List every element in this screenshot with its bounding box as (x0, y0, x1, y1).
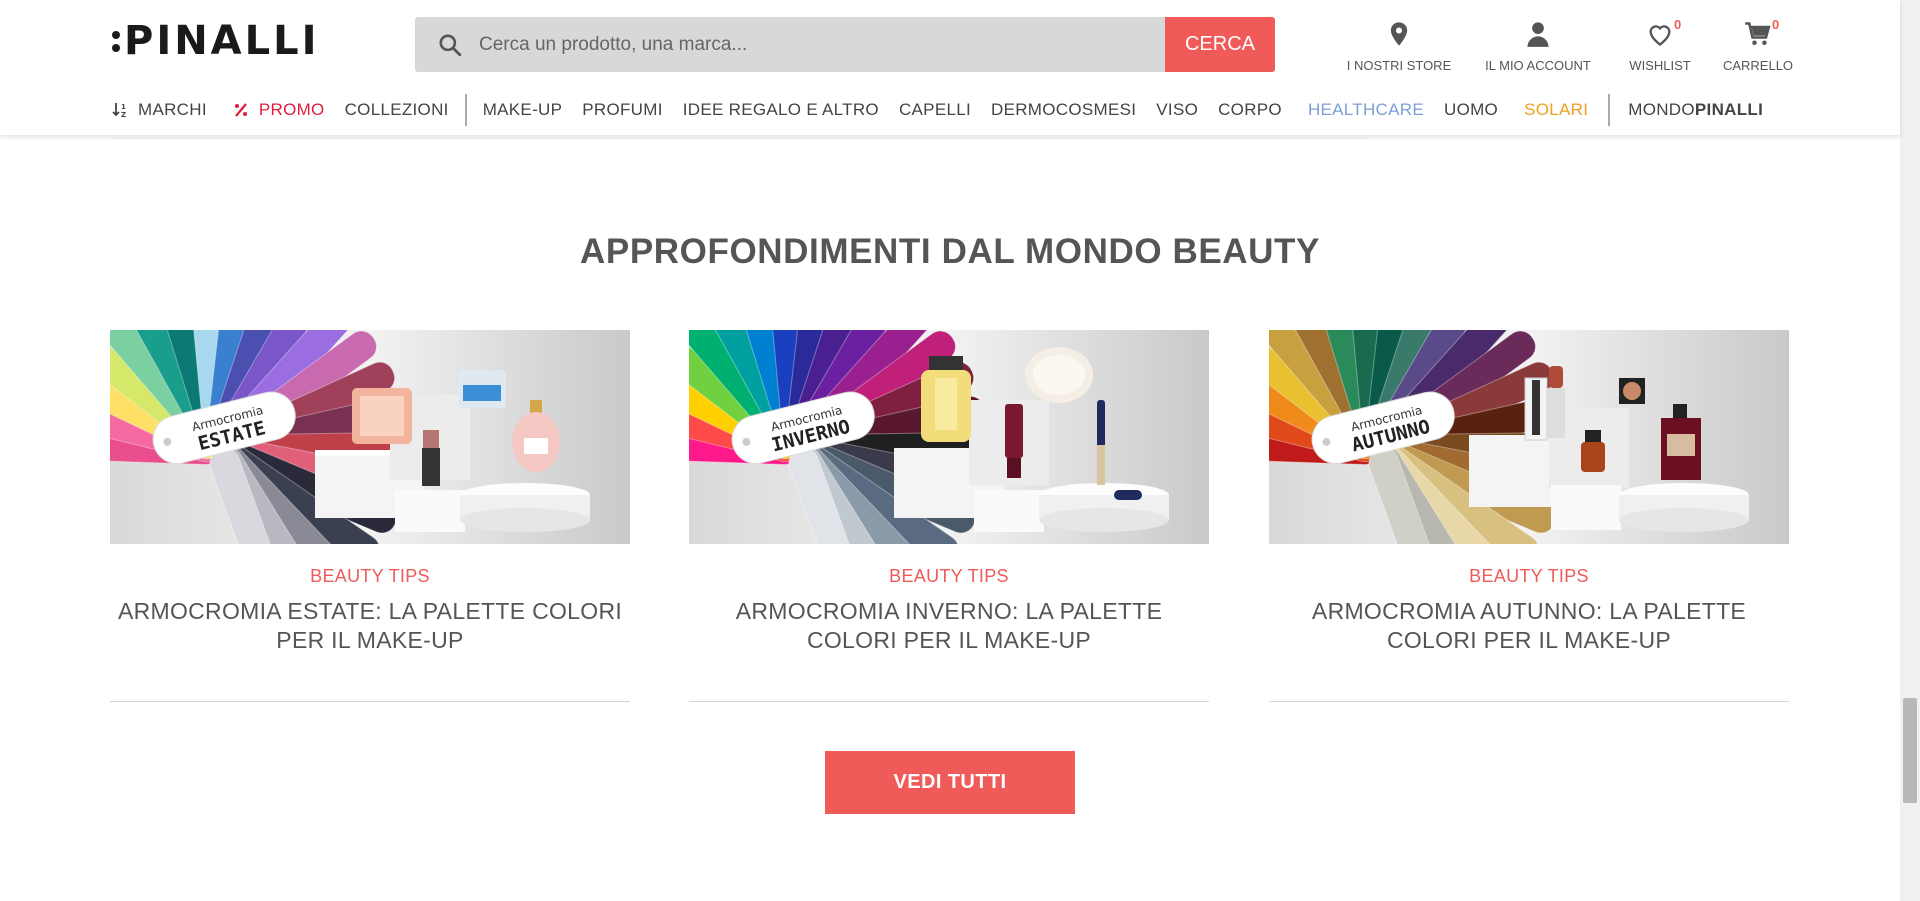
account-link[interactable]: IL MIO ACCOUNT (1458, 20, 1618, 73)
search-input[interactable] (479, 33, 1119, 56)
article-image[interactable]: Armocromia ESTATE (110, 330, 630, 544)
view-all-button[interactable]: VEDI TUTTI (825, 751, 1075, 814)
main-nav: 1z MARCHI PROMO COLLEZIONI MAKE-UP PROFU… (112, 94, 1763, 126)
previous-section-divider (112, 138, 1367, 139)
armocromia-estate-image: Armocromia ESTATE (110, 330, 630, 544)
logo-dots-icon (112, 30, 120, 52)
nav-healthcare-label: HEALTHCARE (1307, 100, 1424, 119)
svg-text:z: z (121, 111, 126, 118)
nav-marchi[interactable]: 1z MARCHI (112, 100, 207, 120)
nav-healthcare[interactable]: HEALTHCARE (1308, 100, 1424, 120)
svg-text:1: 1 (121, 103, 126, 111)
article-category: BEAUTY TIPS (310, 566, 430, 586)
nav-dermo-label: DERMOCOSMESI (991, 100, 1137, 119)
wishlist-link[interactable]: 0 WISHLIST (1618, 17, 1702, 73)
nav-dermocosmesi[interactable]: DERMOCOSMESI (991, 100, 1136, 120)
article-card[interactable]: Armocromia ESTATE BEAUTY TIPS ARMOCROMIA… (110, 330, 630, 702)
nav-profumi[interactable]: PROFUMI (582, 100, 662, 120)
nav-solari[interactable]: SOLARI (1524, 100, 1588, 120)
nav-idee-regalo[interactable]: IDEE REGALO E ALTRO (683, 100, 879, 120)
nav-capelli[interactable]: CAPELLI (899, 100, 971, 120)
stores-link[interactable]: I NOSTRI STORE (1340, 20, 1458, 73)
nav-mondo-label: MONDO (1628, 100, 1695, 119)
nav-mondo-pinalli[interactable]: MONDO PINALLI (1628, 100, 1763, 120)
nav-promo[interactable]: PROMO (233, 100, 325, 120)
nav-solari-label: SOLARI (1524, 100, 1589, 119)
site-header: PINALLI CERCA I NOSTRI STORE IL MIO ACCO… (0, 0, 1900, 135)
nav-collezioni[interactable]: COLLEZIONI (345, 100, 449, 120)
article-category: BEAUTY TIPS (889, 566, 1009, 586)
nav-pinalli-label: PINALLI (1694, 100, 1764, 119)
nav-collezioni-label: COLLEZIONI (344, 100, 449, 119)
card-divider (689, 701, 1209, 702)
heart-icon (1649, 25, 1671, 46)
nav-uomo[interactable]: UOMO (1444, 100, 1498, 120)
cart-label: CARRELLO (1722, 58, 1794, 73)
nav-uomo-label: UOMO (1444, 100, 1499, 119)
account-label: IL MIO ACCOUNT (1485, 58, 1591, 73)
article-title[interactable]: ARMOCROMIA INVERNO: LA PALETTE COLORI PE… (689, 597, 1209, 655)
scrollbar-thumb[interactable] (1903, 698, 1917, 803)
search-button[interactable]: CERCA (1165, 17, 1275, 72)
nav-makeup-label: MAKE-UP (482, 100, 563, 119)
nav-viso[interactable]: VISO (1156, 100, 1198, 120)
nav-corpo-label: CORPO (1218, 100, 1282, 119)
wishlist-label: WISHLIST (1629, 58, 1691, 73)
article-title[interactable]: ARMOCROMIA AUTUNNO: LA PALETTE COLORI PE… (1269, 597, 1789, 655)
cart-icon (1745, 22, 1771, 45)
article-title[interactable]: ARMOCROMIA ESTATE: LA PALETTE COLORI PER… (110, 597, 630, 655)
card-divider (110, 701, 630, 702)
nav-promo-label: PROMO (258, 100, 325, 119)
nav-idee-label: IDEE REGALO E ALTRO (682, 100, 879, 119)
nav-corpo[interactable]: CORPO (1218, 100, 1282, 120)
nav-marchi-label: MARCHI (138, 100, 207, 119)
cart-link[interactable]: 0 CARRELLO (1702, 17, 1814, 73)
logo-text: PINALLI (124, 18, 320, 64)
nav-divider (1608, 94, 1611, 126)
card-divider (1269, 701, 1789, 702)
user-icon (1527, 22, 1549, 47)
nav-capelli-label: CAPELLI (898, 100, 971, 119)
nav-divider (464, 94, 467, 126)
page-scrollbar[interactable] (1900, 0, 1920, 901)
search-bar: CERCA (415, 17, 1275, 72)
stores-label: I NOSTRI STORE (1346, 58, 1452, 73)
search-icon (439, 33, 462, 56)
armocromia-inverno-image: Armocromia INVERNO (689, 330, 1209, 544)
article-category: BEAUTY TIPS (1469, 566, 1589, 586)
nav-viso-label: VISO (1156, 100, 1199, 119)
pinalli-logo[interactable]: PINALLI (112, 18, 320, 64)
article-image[interactable]: Armocromia INVERNO (689, 330, 1209, 544)
nav-profumi-label: PROFUMI (582, 100, 663, 119)
percent-icon (234, 103, 247, 117)
wishlist-count: 0 (1674, 17, 1682, 32)
nav-makeup[interactable]: MAKE-UP (483, 100, 563, 120)
article-card[interactable]: Armocromia AUTUNNO BEAUTY TIPS ARMOCROMI… (1269, 330, 1789, 702)
header-actions: I NOSTRI STORE IL MIO ACCOUNT 0 WISHLIST… (1340, 17, 1814, 73)
article-image[interactable]: Armocromia AUTUNNO (1269, 330, 1789, 544)
article-card[interactable]: Armocromia INVERNO BEAUTY TIPS ARMOCROMI… (689, 330, 1209, 702)
search-box (415, 17, 1165, 72)
cart-count: 0 (1772, 17, 1780, 32)
section-title: APPROFONDIMENTI DAL MONDO BEAUTY (580, 232, 1320, 271)
armocromia-autunno-image: Armocromia AUTUNNO (1269, 330, 1789, 544)
sort-az-icon: 1z (112, 103, 126, 118)
map-pin-icon (1390, 22, 1408, 46)
